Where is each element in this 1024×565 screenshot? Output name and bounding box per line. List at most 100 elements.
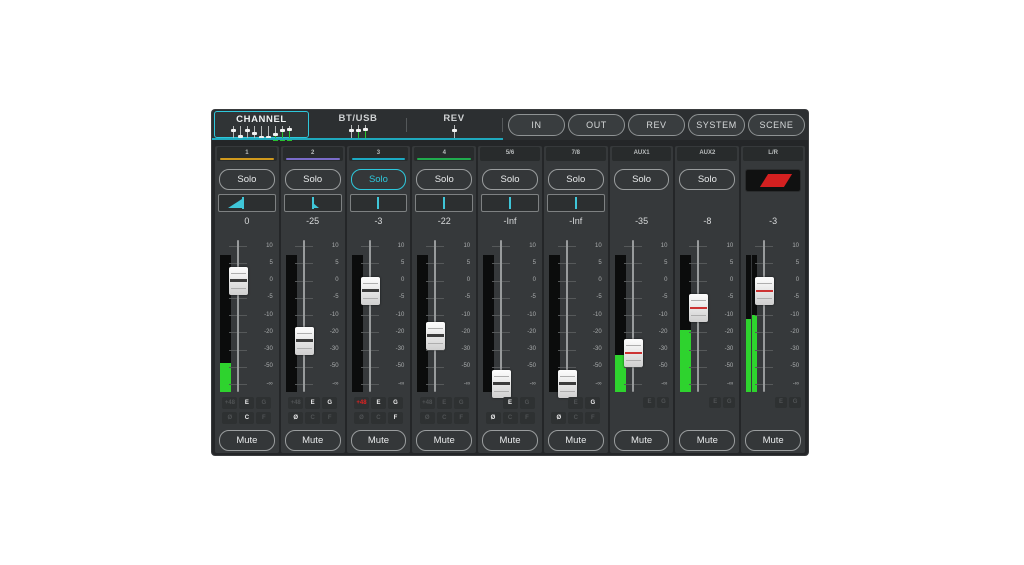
indicator-button-f[interactable]: F (322, 412, 337, 424)
fader-scale-label: -50 (783, 363, 799, 370)
solo-button[interactable]: Solo (285, 169, 341, 190)
fader-knob[interactable] (624, 339, 643, 367)
fader-scale-label: -10 (586, 312, 602, 319)
mute-button[interactable]: Mute (351, 430, 407, 451)
mute-button[interactable]: Mute (679, 430, 735, 451)
pan-control[interactable] (218, 194, 276, 212)
indicator-button-c[interactable]: C (239, 412, 254, 424)
header-button-out[interactable]: OUT (568, 114, 625, 136)
mini-fader-knob-icon (452, 129, 457, 132)
indicator-button-phase[interactable]: Ø (486, 412, 501, 424)
indicator-button-phase[interactable]: Ø (354, 412, 369, 424)
channel-label[interactable]: L/R (743, 147, 803, 161)
channel-label[interactable]: AUX1 (612, 147, 672, 161)
channel-label[interactable]: 4 (414, 147, 474, 161)
pan-control[interactable] (547, 194, 605, 212)
indicator-button-e[interactable]: E (503, 397, 518, 409)
indicator-button-e[interactable]: E (775, 397, 787, 408)
indicator-button-g[interactable]: G (723, 397, 735, 408)
indicator-button-c[interactable]: C (305, 412, 320, 424)
mute-button[interactable]: Mute (416, 430, 472, 451)
indicator-button-g[interactable]: G (657, 397, 669, 408)
indicator-button-phase[interactable]: Ø (288, 412, 303, 424)
indicator-button-c[interactable]: C (568, 412, 583, 424)
indicator-button-c[interactable]: C (437, 412, 452, 424)
tab-rev[interactable]: REV (408, 111, 500, 138)
indicator-button-48v[interactable]: +48 (420, 397, 435, 409)
solo-button[interactable]: Solo (614, 169, 670, 190)
indicator-button-f[interactable]: F (256, 412, 271, 424)
fader-track[interactable] (303, 240, 305, 392)
indicator-button-g[interactable]: G (322, 397, 337, 409)
fader-knob[interactable] (295, 327, 314, 355)
fader-knob[interactable] (492, 370, 511, 398)
indicator-button-g[interactable]: G (585, 397, 600, 409)
header-button-scene[interactable]: SCENE (748, 114, 805, 136)
solo-button[interactable]: Solo (482, 169, 538, 190)
solo-button[interactable]: Solo (219, 169, 275, 190)
mute-button[interactable]: Mute (548, 430, 604, 451)
indicator-button-g[interactable]: G (256, 397, 271, 409)
mute-button[interactable]: Mute (219, 430, 275, 451)
channel-label[interactable]: 2 (283, 147, 343, 161)
indicator-button-f[interactable]: F (520, 412, 535, 424)
indicator-button-e[interactable]: E (305, 397, 320, 409)
indicator-button-g[interactable]: G (789, 397, 801, 408)
channel-label[interactable]: 5/6 (480, 147, 540, 161)
fader-track[interactable] (369, 240, 371, 392)
fader-scale-label: -50 (257, 363, 273, 370)
indicator-button-e[interactable]: E (568, 397, 583, 409)
mute-button[interactable]: Mute (614, 430, 670, 451)
indicator-button-f[interactable]: F (388, 412, 403, 424)
indicator-button-phase[interactable]: Ø (222, 412, 237, 424)
indicator-button-48v[interactable]: +48 (222, 397, 237, 409)
indicator-button-c[interactable]: C (503, 412, 518, 424)
channel-label[interactable]: AUX2 (677, 147, 737, 161)
pan-control[interactable] (415, 194, 473, 212)
solo-button[interactable]: Solo (548, 169, 604, 190)
pan-control[interactable] (350, 194, 408, 212)
channel-label[interactable]: 1 (217, 147, 277, 161)
fader-track[interactable] (632, 240, 634, 392)
indicator-button-e[interactable]: E (239, 397, 254, 409)
indicator-button-48v[interactable]: +48 (288, 397, 303, 409)
indicator-button-g[interactable]: G (388, 397, 403, 409)
channel-strip: 7/8Solo-Inf1050-5-10-20-30-50-∞EGØCFMute (544, 146, 608, 453)
solo-button[interactable]: Solo (679, 169, 735, 190)
channel-label[interactable]: 7/8 (546, 147, 606, 161)
indicator-button-phase[interactable]: Ø (420, 412, 435, 424)
fader-scale-label: -20 (520, 329, 536, 336)
mute-button[interactable]: Mute (482, 430, 538, 451)
fader-track[interactable] (763, 240, 765, 392)
header-button-in[interactable]: IN (508, 114, 565, 136)
fader-track[interactable] (237, 240, 239, 392)
indicator-button-c[interactable]: C (371, 412, 386, 424)
fader-knob[interactable] (755, 277, 774, 305)
indicator-button-f[interactable]: F (585, 412, 600, 424)
header-button-system[interactable]: SYSTEM (688, 114, 745, 136)
mute-button[interactable]: Mute (745, 430, 801, 451)
fader-knob[interactable] (689, 294, 708, 322)
fader-knob[interactable] (229, 267, 248, 295)
pan-control[interactable] (481, 194, 539, 212)
channel-label[interactable]: 3 (349, 147, 409, 161)
tab-btusb[interactable]: BT/USB (311, 111, 405, 138)
mute-button[interactable]: Mute (285, 430, 341, 451)
indicator-button-phase[interactable]: Ø (551, 412, 566, 424)
solo-button[interactable]: Solo (351, 169, 407, 190)
solo-button[interactable]: Solo (416, 169, 472, 190)
fader-knob[interactable] (426, 322, 445, 350)
indicator-button-e[interactable]: E (437, 397, 452, 409)
indicator-button-g[interactable]: G (454, 397, 469, 409)
indicator-button-48v[interactable]: +48 (354, 397, 369, 409)
indicator-button-g[interactable]: G (520, 397, 535, 409)
fader-knob[interactable] (361, 277, 380, 305)
indicator-button-e[interactable]: E (709, 397, 721, 408)
indicator-button-e[interactable]: E (371, 397, 386, 409)
pan-control[interactable] (284, 194, 342, 212)
header-button-rev[interactable]: REV (628, 114, 685, 136)
indicator-button-e[interactable]: E (643, 397, 655, 408)
fader-knob[interactable] (558, 370, 577, 398)
tab-channel[interactable]: CHANNEL (214, 111, 309, 138)
indicator-button-f[interactable]: F (454, 412, 469, 424)
